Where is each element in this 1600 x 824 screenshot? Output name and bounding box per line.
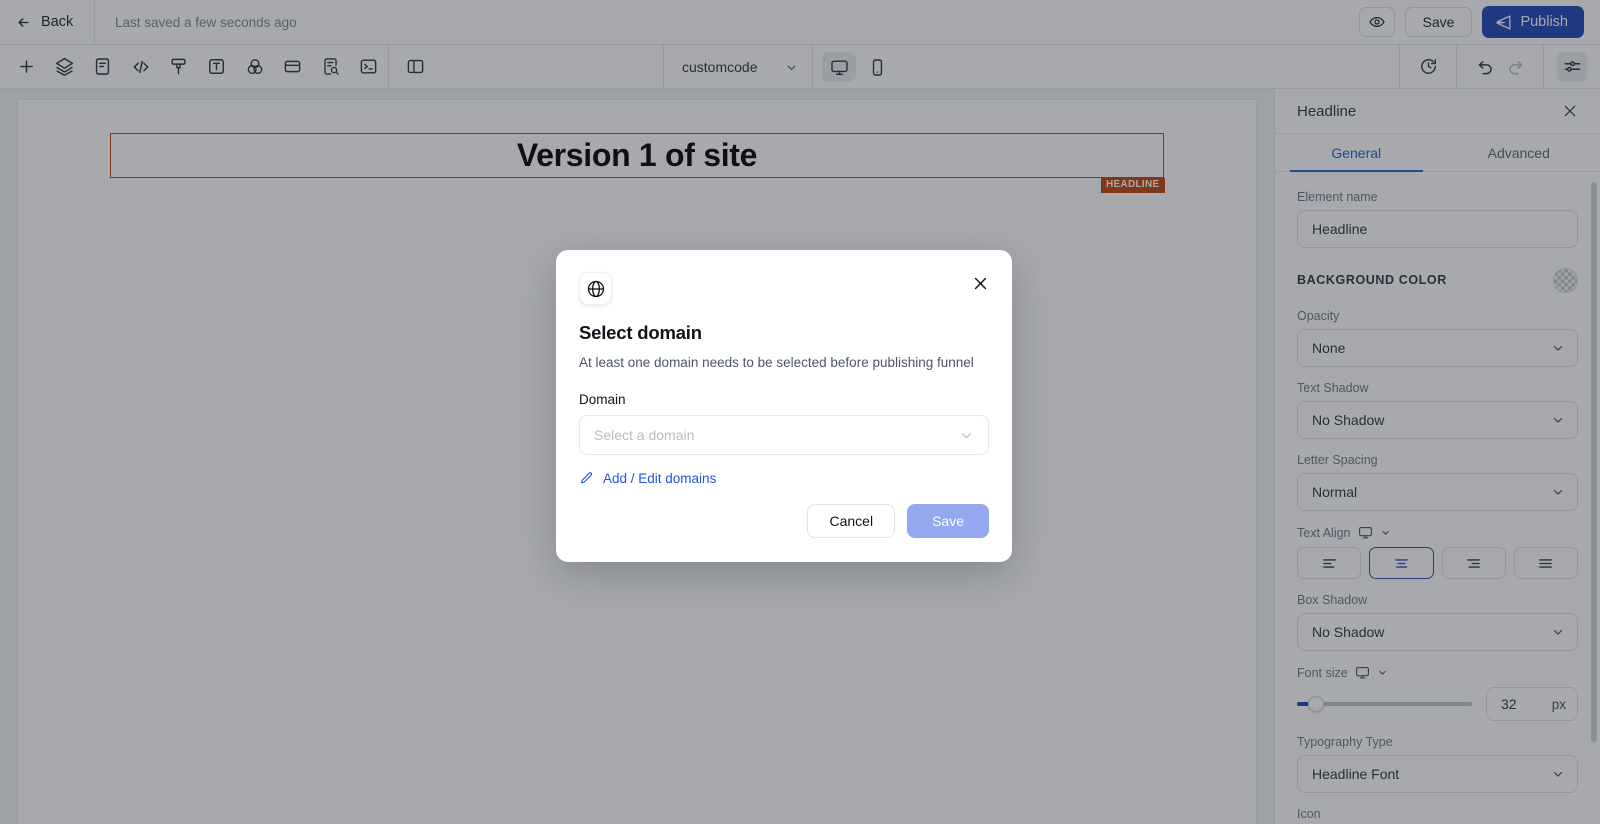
globe-icon [579,272,612,305]
modal-actions: Cancel Save [807,504,989,538]
cancel-button[interactable]: Cancel [807,504,896,538]
domain-field-label: Domain [579,392,626,407]
pencil-icon [579,471,594,486]
modal-title: Select domain [579,322,702,343]
modal-header [579,272,989,305]
modal-close-button[interactable] [972,275,989,292]
modal-subtitle: At least one domain needs to be selected… [579,355,974,370]
app-root: Back Last saved a few seconds ago Save P… [0,0,1600,824]
select-domain-modal: Select domain At least one domain needs … [556,250,1012,562]
add-edit-domains-link[interactable]: Add / Edit domains [579,471,989,486]
cancel-label: Cancel [829,513,874,529]
modal-save-button[interactable]: Save [907,504,989,538]
domain-select[interactable]: Select a domain [579,415,989,455]
domain-select-placeholder: Select a domain [594,427,695,443]
modal-save-label: Save [932,513,964,529]
chevron-down-icon [959,428,974,443]
add-edit-domains-label: Add / Edit domains [603,471,717,486]
